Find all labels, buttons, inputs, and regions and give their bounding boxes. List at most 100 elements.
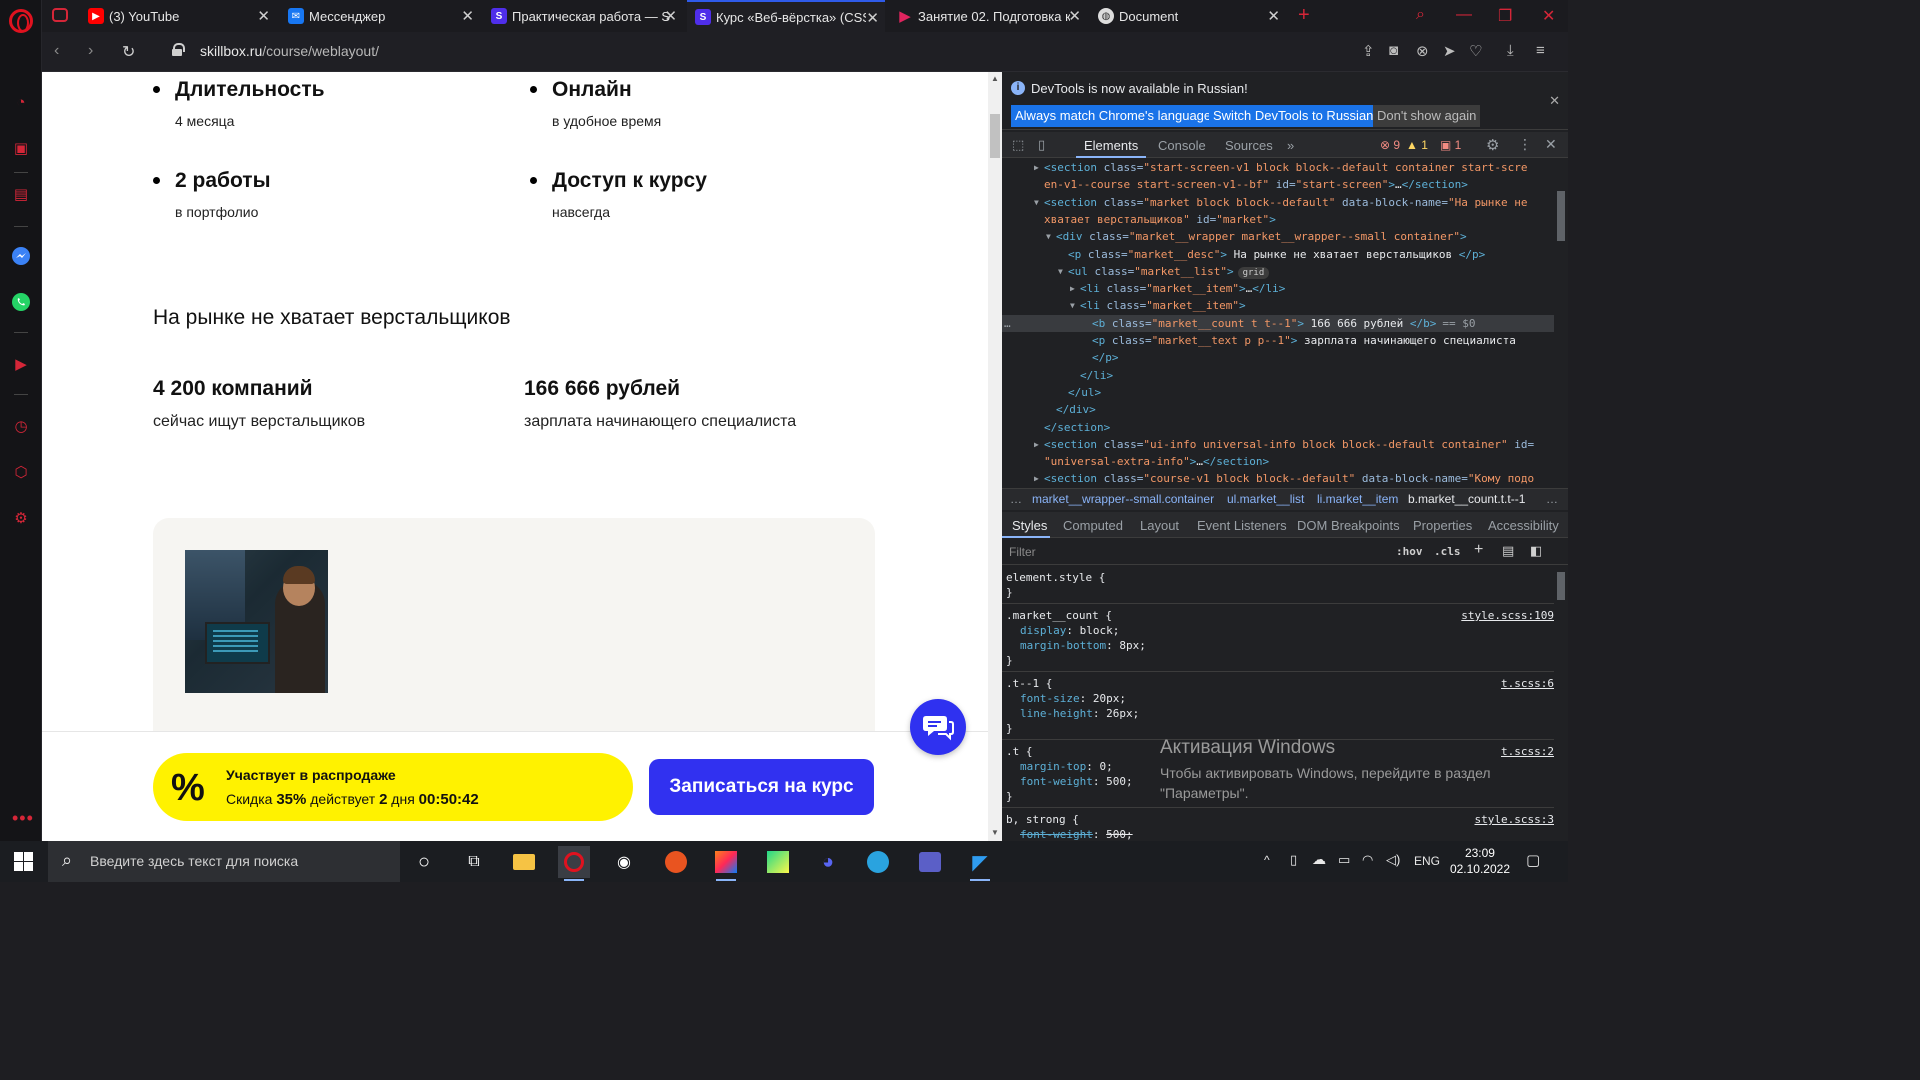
collapse-arrow-icon[interactable]: ▼ xyxy=(1070,297,1075,314)
close-icon[interactable]: ✕ xyxy=(1267,7,1280,25)
gamepad-icon[interactable] xyxy=(52,8,68,22)
css-source-link[interactable]: t.scss:6 xyxy=(1501,676,1554,691)
system-clock[interactable]: 23:09 02.10.2022 xyxy=(1450,845,1510,877)
chat-button[interactable] xyxy=(910,699,966,755)
expand-arrow-icon[interactable]: ▶ xyxy=(1034,470,1039,484)
tab-youtube[interactable]: ▶ (3) YouTube ✕ xyxy=(80,0,276,32)
tab-event-listeners[interactable]: Event Listeners xyxy=(1197,518,1287,533)
dom-node-line[interactable]: ▶ <section class="ui-info universal-info … xyxy=(1002,436,1554,453)
new-tab-plus-icon[interactable]: + xyxy=(1298,4,1310,27)
extensions-cube-icon[interactable]: ⬡ xyxy=(11,462,31,482)
css-property[interactable]: display: block; xyxy=(1002,623,1554,638)
dom-node-line[interactable]: </section> xyxy=(1002,419,1554,436)
easy-setup-icon[interactable]: ≡ xyxy=(1536,42,1545,59)
page-scrollbar[interactable]: ▲ ▼ xyxy=(988,72,1002,841)
heart-icon[interactable]: ♡ xyxy=(1469,42,1482,60)
css-property[interactable]: line-height: 26px; xyxy=(1002,706,1554,721)
issues-count[interactable]: ▣ 1 xyxy=(1440,138,1461,152)
task-view-icon[interactable]: ⧉ xyxy=(458,846,490,878)
tray-chevron-icon[interactable]: ^ xyxy=(1264,853,1270,867)
dom-node-line[interactable]: <p class="market__text p p--1"> зарплата… xyxy=(1002,332,1554,349)
minimize-icon[interactable]: — xyxy=(1456,6,1472,24)
history-icon[interactable]: ◷ xyxy=(11,416,31,436)
close-icon[interactable]: ✕ xyxy=(866,9,879,27)
collapse-arrow-icon[interactable]: ▼ xyxy=(1058,263,1063,280)
tab-console[interactable]: Console xyxy=(1158,138,1206,153)
dom-node-line[interactable]: </div> xyxy=(1002,401,1554,418)
dom-node-line[interactable]: хватает верстальщиков" id="market"> xyxy=(1002,211,1554,228)
dom-tree[interactable]: ▶ <section class="start-screen-v1 block b… xyxy=(1002,159,1554,484)
twitch-icon[interactable]: ▤ xyxy=(11,184,31,204)
taskbar-search[interactable]: ⌕ Введите здесь текст для поиска xyxy=(48,841,400,882)
discord-icon[interactable]: ◕ xyxy=(812,846,844,878)
tab-accessibility[interactable]: Accessibility xyxy=(1488,518,1559,533)
css-rule[interactable]: .market__count {style.scss:109 display: b… xyxy=(1002,608,1554,668)
intellij-icon[interactable] xyxy=(710,846,742,881)
language-indicator[interactable]: ENG xyxy=(1414,854,1440,868)
tab-dom-breakpoints[interactable]: DOM Breakpoints xyxy=(1297,518,1400,533)
switch-language-button[interactable]: Switch DevTools to Russian xyxy=(1209,105,1378,127)
close-window-icon[interactable]: ✕ xyxy=(1542,6,1555,26)
cls-toggle[interactable]: .cls xyxy=(1434,545,1461,558)
windows-start-icon[interactable] xyxy=(14,852,33,871)
player-icon[interactable]: ▶ xyxy=(11,354,31,374)
tray-device-icon[interactable]: ▯ xyxy=(1290,852,1297,868)
tab-elements[interactable]: Elements xyxy=(1084,138,1138,153)
breadcrumb-ellipsis[interactable]: … xyxy=(1010,492,1022,506)
error-count[interactable]: ⊗ 9 xyxy=(1380,138,1400,152)
briefcase-icon[interactable]: ▣ xyxy=(11,138,31,158)
scrollbar-thumb[interactable] xyxy=(990,114,1000,158)
teams-icon[interactable] xyxy=(914,846,946,878)
paint-icon[interactable]: ▤ xyxy=(1502,543,1514,559)
tab-practical-work[interactable]: S Практическая работа — S ✕ xyxy=(483,0,683,32)
dom-node-line[interactable]: "universal-extra-info">…</section> xyxy=(1002,453,1554,470)
breadcrumb-item[interactable]: li.market__item xyxy=(1317,492,1398,506)
breadcrumb-list[interactable]: ul.market__list xyxy=(1227,492,1304,506)
opera-logo-icon[interactable] xyxy=(9,9,33,33)
speed-dial-icon[interactable]: ◔ xyxy=(11,92,31,112)
back-arrow-icon[interactable]: ‹ xyxy=(54,42,59,60)
messenger-icon[interactable] xyxy=(11,246,31,266)
vscode-icon[interactable]: ◤ xyxy=(964,846,996,881)
tab-messenger[interactable]: ✉ Мессенджер ✕ xyxy=(280,0,480,32)
dom-node-line[interactable]: … <b class="market__count t t--1"> 166 66… xyxy=(1002,314,1554,332)
search-tabs-icon[interactable]: ⌕ xyxy=(1416,6,1425,24)
toggle-sidebar-icon[interactable]: ◧ xyxy=(1530,543,1542,559)
dom-node-line[interactable]: en-v1--course start-screen-v1--bf" id="s… xyxy=(1002,176,1554,193)
adblock-icon[interactable]: ⊗ xyxy=(1416,42,1429,60)
breadcrumb-ellipsis[interactable]: … xyxy=(1546,492,1558,506)
close-icon[interactable]: ✕ xyxy=(1068,7,1081,25)
close-icon[interactable]: ✕ xyxy=(664,7,677,25)
file-explorer-icon[interactable] xyxy=(508,846,540,878)
tab-layout[interactable]: Layout xyxy=(1140,518,1179,533)
tab-computed[interactable]: Computed xyxy=(1063,518,1123,533)
dom-node-line[interactable]: ▶ <section class="start-screen-v1 block b… xyxy=(1002,159,1554,176)
pycharm-icon[interactable] xyxy=(762,846,794,878)
url-field[interactable]: skillbox.ru/course/weblayout/ xyxy=(200,43,379,59)
more-dots-icon[interactable]: ••• xyxy=(12,808,34,829)
expand-arrow-icon[interactable]: ▶ xyxy=(1034,159,1039,176)
dom-node-line[interactable]: </ul> xyxy=(1002,384,1554,401)
dom-node-line[interactable]: </p> xyxy=(1002,349,1554,366)
warning-count[interactable]: ▲ 1 xyxy=(1406,138,1428,152)
dom-scrollbar[interactable] xyxy=(1554,159,1568,484)
css-property[interactable]: font-weight: 500; xyxy=(1002,827,1554,842)
scrollbar-thumb[interactable] xyxy=(1557,572,1565,600)
more-tabs-icon[interactable]: » xyxy=(1287,138,1294,153)
dom-node-line[interactable]: ▼ <section class="market block block--def… xyxy=(1002,194,1554,211)
css-source-link[interactable]: style.scss:3 xyxy=(1475,812,1554,827)
sale-banner[interactable]: % Участвует в распродаже Скидка 35% дейс… xyxy=(153,753,633,821)
filter-input[interactable]: Filter xyxy=(1009,545,1036,559)
wifi-icon[interactable]: ◠ xyxy=(1362,852,1373,868)
tab-course-weblayout[interactable]: S Курс «Веб-вёрстка» (CSS и ✕ xyxy=(687,0,885,32)
match-language-button[interactable]: Always match Chrome's language xyxy=(1011,105,1216,127)
tab-document[interactable]: ◍ Document ✕ xyxy=(1090,0,1286,32)
settings-gear-icon[interactable]: ⚙ xyxy=(1486,136,1499,154)
breadcrumb-wrapper[interactable]: market__wrapper--small.container xyxy=(1032,492,1214,506)
tab-styles[interactable]: Styles xyxy=(1012,518,1047,533)
css-source-link[interactable]: style.scss:109 xyxy=(1461,608,1554,623)
dom-node-line[interactable]: ▶ <li class="market__item">…</li> xyxy=(1002,280,1554,297)
forward-arrow-icon[interactable]: › xyxy=(88,42,93,60)
collapse-arrow-icon[interactable]: ▼ xyxy=(1034,194,1039,211)
steam-icon[interactable]: ◉ xyxy=(608,846,640,878)
